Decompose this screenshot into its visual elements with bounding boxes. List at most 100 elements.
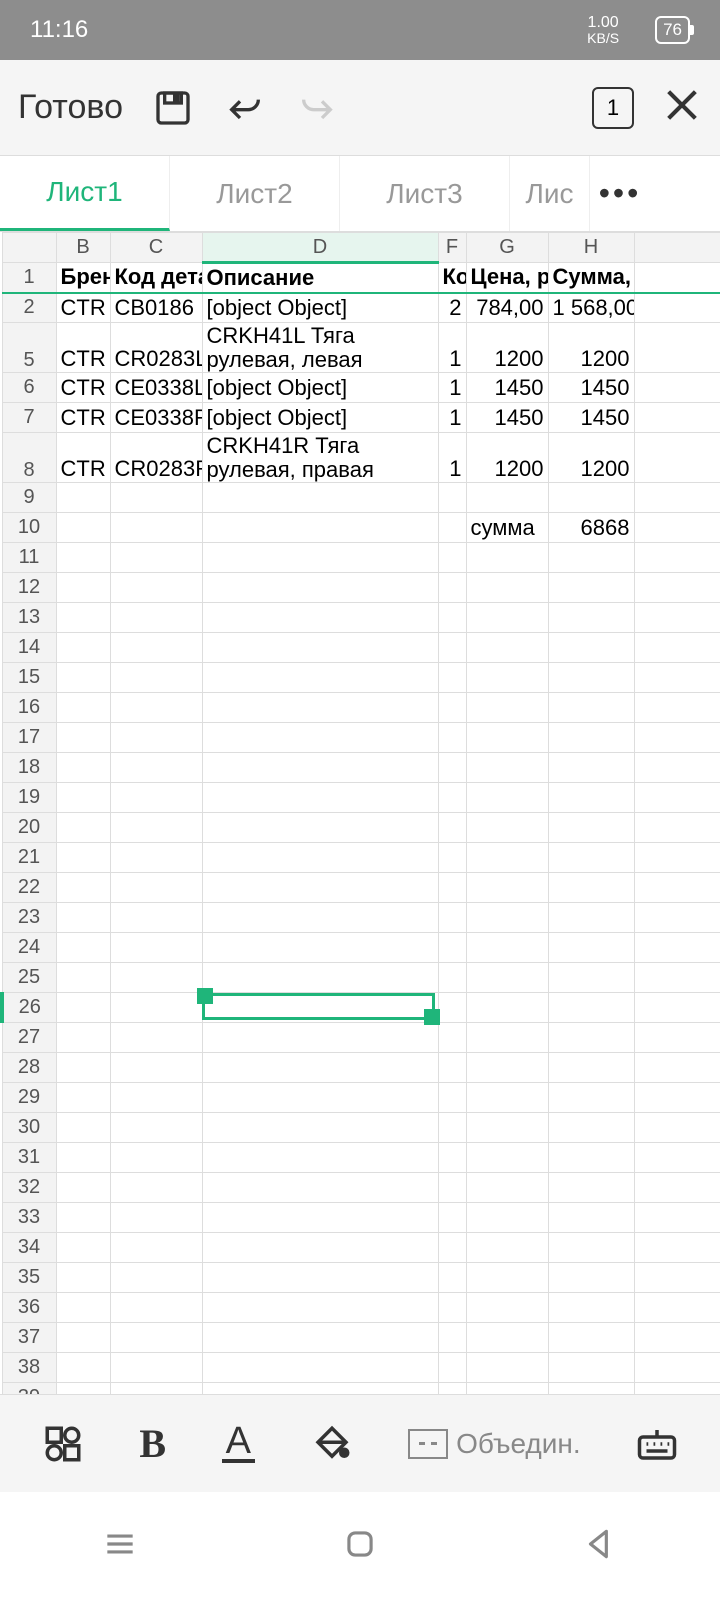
table-row[interactable]: 25 xyxy=(2,963,720,993)
table-row[interactable]: 16 xyxy=(2,693,720,723)
cell[interactable] xyxy=(438,1323,466,1353)
cell[interactable] xyxy=(56,633,110,663)
cell[interactable] xyxy=(202,1233,438,1263)
cell[interactable] xyxy=(438,483,466,513)
cell[interactable] xyxy=(548,723,634,753)
cell[interactable] xyxy=(202,1263,438,1293)
row-header[interactable]: 7 xyxy=(2,403,56,433)
cell[interactable] xyxy=(466,663,548,693)
cell[interactable] xyxy=(438,1293,466,1323)
cell[interactable] xyxy=(202,783,438,813)
cell[interactable] xyxy=(110,813,202,843)
cell[interactable] xyxy=(634,373,720,403)
row-header[interactable]: 19 xyxy=(2,783,56,813)
col-header[interactable]: B xyxy=(56,233,110,263)
cell[interactable] xyxy=(110,843,202,873)
row-header[interactable]: 27 xyxy=(2,1023,56,1053)
cell[interactable] xyxy=(438,1353,466,1383)
cell[interactable] xyxy=(634,573,720,603)
table-row[interactable]: 19 xyxy=(2,783,720,813)
cell[interactable] xyxy=(438,1023,466,1053)
row-header[interactable]: 37 xyxy=(2,1323,56,1353)
cell[interactable] xyxy=(548,993,634,1023)
cell[interactable]: CE0338R xyxy=(110,403,202,433)
col-header[interactable]: H xyxy=(548,233,634,263)
cell[interactable] xyxy=(634,1353,720,1383)
table-row[interactable]: 9 xyxy=(2,483,720,513)
cell[interactable] xyxy=(634,633,720,663)
cell[interactable] xyxy=(438,783,466,813)
row-header[interactable]: 1 xyxy=(2,263,56,293)
table-row[interactable]: 6CTRCE0338L[object Object]114501450 xyxy=(2,373,720,403)
more-sheets-icon[interactable]: ••• xyxy=(590,156,650,231)
cell[interactable] xyxy=(56,513,110,543)
cell[interactable] xyxy=(548,1383,634,1395)
table-row[interactable]: 11 xyxy=(2,543,720,573)
cell[interactable] xyxy=(634,1263,720,1293)
cell[interactable] xyxy=(202,963,438,993)
cell[interactable] xyxy=(548,483,634,513)
cell[interactable] xyxy=(202,603,438,633)
table-row[interactable]: 29 xyxy=(2,1083,720,1113)
corner-cell[interactable] xyxy=(2,233,56,263)
cell[interactable] xyxy=(438,813,466,843)
cell[interactable]: [object Object] xyxy=(202,293,438,323)
row-header[interactable]: 34 xyxy=(2,1233,56,1263)
table-row[interactable]: 18 xyxy=(2,753,720,783)
cell[interactable] xyxy=(202,693,438,723)
row-header[interactable]: 31 xyxy=(2,1143,56,1173)
cell[interactable]: 1200 xyxy=(548,433,634,483)
cell[interactable] xyxy=(548,1323,634,1353)
keyboard-icon[interactable] xyxy=(636,1423,678,1465)
cell[interactable] xyxy=(634,483,720,513)
cell[interactable] xyxy=(466,1383,548,1395)
table-row[interactable]: 10сумма6868 xyxy=(2,513,720,543)
cell[interactable] xyxy=(202,513,438,543)
cell[interactable] xyxy=(634,963,720,993)
cell[interactable] xyxy=(634,1383,720,1395)
table-row[interactable]: 26 xyxy=(2,993,720,1023)
cell[interactable] xyxy=(634,433,720,483)
cell[interactable] xyxy=(634,293,720,323)
cell[interactable] xyxy=(202,483,438,513)
cell[interactable] xyxy=(466,1263,548,1293)
row-header[interactable]: 6 xyxy=(2,373,56,403)
row-header[interactable]: 25 xyxy=(2,963,56,993)
cell[interactable] xyxy=(634,753,720,783)
cell[interactable] xyxy=(548,813,634,843)
cell[interactable] xyxy=(56,1143,110,1173)
cell[interactable] xyxy=(548,1233,634,1263)
cell[interactable] xyxy=(202,1113,438,1143)
cell[interactable] xyxy=(634,1293,720,1323)
cell[interactable] xyxy=(548,1353,634,1383)
cell[interactable] xyxy=(110,693,202,723)
cell[interactable] xyxy=(548,843,634,873)
table-row[interactable]: 20 xyxy=(2,813,720,843)
row-header[interactable]: 28 xyxy=(2,1053,56,1083)
sheet-tab-3[interactable]: Лист3 xyxy=(340,156,510,231)
cell[interactable]: 1450 xyxy=(548,373,634,403)
cell[interactable] xyxy=(438,903,466,933)
cell[interactable] xyxy=(110,1203,202,1233)
cell[interactable] xyxy=(202,933,438,963)
cell[interactable] xyxy=(110,1263,202,1293)
cell[interactable] xyxy=(438,1263,466,1293)
cell[interactable] xyxy=(634,723,720,753)
cell[interactable]: сумма xyxy=(466,513,548,543)
cell[interactable] xyxy=(110,1143,202,1173)
cell[interactable] xyxy=(110,1293,202,1323)
cell[interactable] xyxy=(548,1053,634,1083)
cell[interactable] xyxy=(634,543,720,573)
cell[interactable] xyxy=(438,1053,466,1083)
row-header[interactable]: 35 xyxy=(2,1263,56,1293)
cell[interactable]: Ко xyxy=(438,263,466,293)
sheet-tab-2[interactable]: Лист2 xyxy=(170,156,340,231)
cell[interactable] xyxy=(548,963,634,993)
cell[interactable] xyxy=(634,403,720,433)
cell[interactable] xyxy=(56,663,110,693)
cell[interactable] xyxy=(202,1173,438,1203)
cell[interactable]: Описание xyxy=(202,263,438,293)
cell[interactable] xyxy=(438,1083,466,1113)
cell[interactable] xyxy=(466,693,548,723)
cell[interactable] xyxy=(110,1353,202,1383)
